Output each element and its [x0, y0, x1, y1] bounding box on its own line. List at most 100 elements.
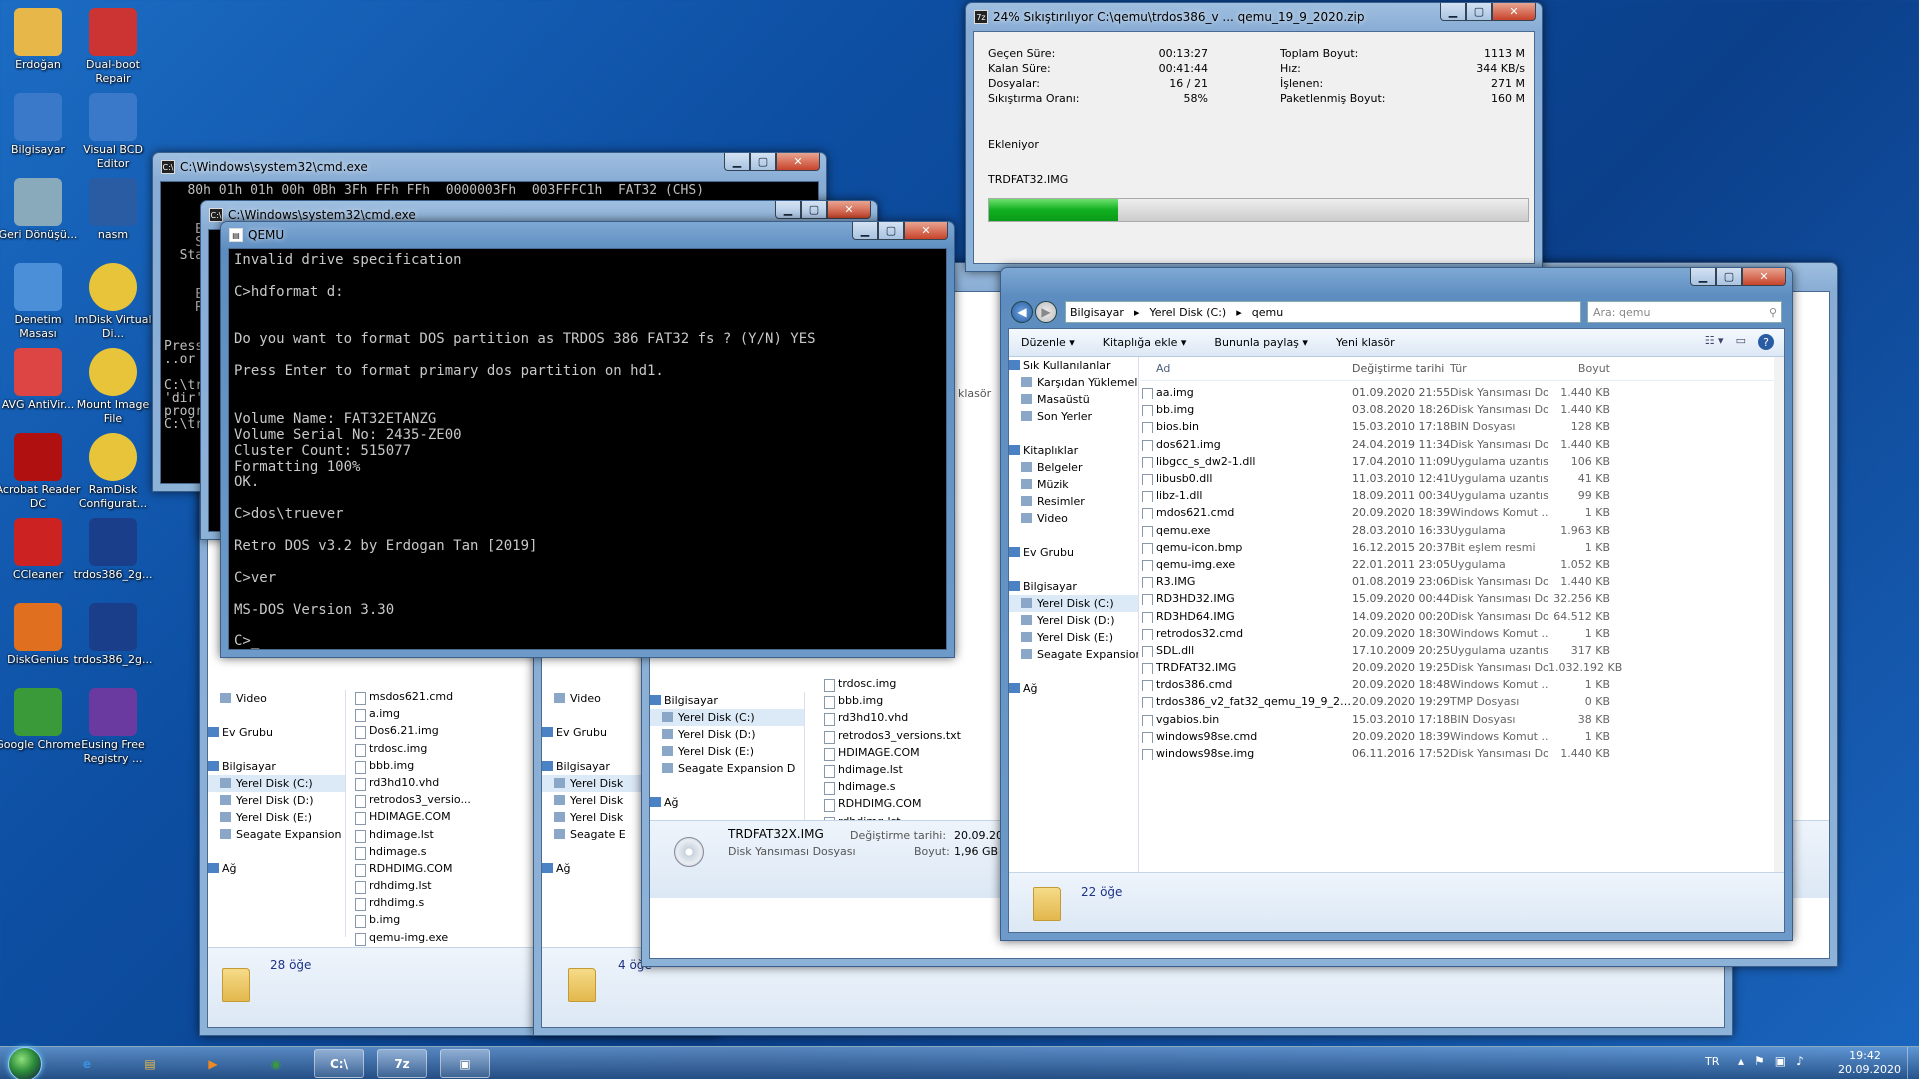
minimize-button[interactable]: ▁ — [775, 201, 801, 219]
desktop-icon[interactable]: CCleaner — [0, 518, 81, 582]
taskbar-app[interactable]: e — [62, 1049, 112, 1078]
nav-item[interactable]: Seagate E — [542, 826, 641, 843]
column-header[interactable]: Değiştirme tarihi — [1352, 362, 1450, 375]
desktop-icon[interactable]: Bilgisayar — [0, 93, 81, 157]
nav-item[interactable]: Seagate Expansion D — [650, 760, 804, 777]
nav-item[interactable]: Ağ — [650, 794, 804, 811]
nav-item[interactable]: Yerel Disk (C:) — [1009, 595, 1138, 612]
list-item[interactable]: b.img — [353, 913, 471, 930]
nav-item[interactable]: Ev Grubu — [1009, 544, 1138, 561]
list-item[interactable]: hdimage.lst — [353, 828, 471, 845]
table-row[interactable]: qemu-img.exe 22.01.2011 23:05 Uygulama 1.05… — [1140, 556, 1778, 573]
nav-item[interactable]: Kitaplıklar — [1009, 442, 1138, 459]
table-row[interactable]: retrodos32.cmd 20.09.2020 18:30 Windows Ko… — [1140, 625, 1778, 642]
list-item[interactable]: retrodos3_versions.txt — [822, 729, 961, 746]
nav-item[interactable]: Karşıdan Yüklemeler — [1009, 374, 1138, 391]
minimize-button[interactable]: ▁ — [1440, 3, 1466, 21]
qemu-screen[interactable]: Invalid drive specification C>hdformat d:… — [228, 248, 947, 650]
close-button[interactable]: ✕ — [1742, 268, 1786, 286]
nav-item[interactable]: Sık Kullanılanlar — [1009, 357, 1138, 374]
nav-item[interactable]: Bilgisayar — [1009, 578, 1138, 595]
taskbar-app[interactable]: 7z — [377, 1049, 427, 1078]
maximize-button[interactable]: ▢ — [878, 222, 904, 240]
table-row[interactable]: trdos386_v2_fat32_qemu_19_9_2020.zip.t..… — [1140, 693, 1778, 710]
list-item[interactable]: a.img — [353, 707, 471, 724]
breadcrumb-item[interactable]: Bilgisayar — [1070, 306, 1124, 319]
search-input[interactable]: Ara: qemu ⚲ — [1587, 301, 1782, 323]
taskbar-app[interactable]: ▣ — [440, 1049, 490, 1078]
nav-item[interactable]: Masaüstü — [1009, 391, 1138, 408]
taskbar-app[interactable]: ◉ — [251, 1049, 301, 1078]
table-row[interactable]: qemu-icon.bmp 16.12.2015 20:37 Bit eşlem r… — [1140, 539, 1778, 556]
nav-item[interactable]: Ağ — [1009, 680, 1138, 697]
desktop-icon[interactable]: Acrobat Reader DC — [0, 433, 81, 511]
desktop-icon[interactable]: Visual BCD Editor — [70, 93, 156, 171]
table-row[interactable]: RD3HD32.IMG 15.09.2020 00:44 Disk Yansımas… — [1140, 590, 1778, 607]
minimize-button[interactable]: ▁ — [852, 222, 878, 240]
taskbar-app[interactable]: ▶ — [188, 1049, 238, 1078]
nav-item[interactable]: Yerel Disk (C:) — [208, 775, 345, 792]
taskbar-app[interactable]: ▤ — [125, 1049, 175, 1078]
table-row[interactable]: vgabios.bin 15.03.2010 17:18 BIN Dosyası 38… — [1140, 711, 1778, 728]
nav-item[interactable]: Bilgisayar — [542, 758, 641, 775]
scrollbar[interactable] — [1774, 357, 1784, 872]
table-row[interactable]: windows98se.img 06.11.2016 17:52 Disk Yans… — [1140, 745, 1778, 762]
table-row[interactable]: qemu.exe 28.03.2010 16:33 Uygulama 1.963 KB — [1140, 522, 1778, 539]
desktop-icon[interactable]: ImDisk Virtual Di... — [70, 263, 156, 341]
list-item[interactable]: RDHDIMG.COM — [353, 862, 471, 879]
minimize-button[interactable]: ▁ — [724, 153, 750, 171]
maximize-button[interactable]: ▢ — [801, 201, 827, 219]
nav-item[interactable]: Video — [1009, 510, 1138, 527]
nav-item[interactable]: Ağ — [542, 860, 641, 877]
list-item[interactable]: retrodos3_versio... — [353, 793, 471, 810]
nav-item[interactable]: Ev Grubu — [208, 724, 345, 741]
list-item[interactable]: rd3hd10.vhd — [353, 776, 471, 793]
tray-expand-icon[interactable]: ▴ — [1738, 1054, 1744, 1068]
breadcrumb[interactable]: Bilgisayar ▸ Yerel Disk (C:) ▸ qemu — [1065, 301, 1581, 323]
close-button[interactable]: ✕ — [827, 201, 871, 219]
desktop-icon[interactable]: Dual-boot Repair — [70, 8, 156, 86]
7zip-progress-window[interactable]: 7z 24% Sıkıştırılıyor C:\qemu\trdos386_v… — [965, 2, 1543, 272]
view-options-icon[interactable]: ☷ ▾ — [1705, 334, 1724, 350]
nav-item[interactable]: Video — [208, 690, 345, 707]
list-item[interactable]: bbb.img — [822, 694, 961, 711]
table-row[interactable]: bb.img 03.08.2020 18:26Disk Yansıması Do.… — [1140, 401, 1778, 418]
taskbar-app[interactable]: C:\ — [314, 1049, 364, 1078]
column-header[interactable]: Boyut — [1548, 362, 1610, 375]
list-item[interactable]: trdosc.img — [353, 742, 471, 759]
qemu-window[interactable]: ▤ QEMU ▁ ▢ ✕ Invalid drive specification… — [220, 221, 955, 658]
list-item[interactable]: rdhdimg.lst — [353, 879, 471, 896]
desktop-icon[interactable]: AVG AntiVir... — [0, 348, 81, 412]
desktop-icon[interactable]: DiskGenius — [0, 603, 81, 667]
action-center-icon[interactable]: ⚑ — [1754, 1054, 1765, 1068]
nav-item[interactable]: Video — [542, 690, 641, 707]
table-row[interactable]: libz-1.dll 18.09.2011 00:34 Uygulama uzant… — [1140, 487, 1778, 504]
table-row[interactable]: aa.img 01.09.2020 21:55Disk Yansıması Do.… — [1140, 384, 1778, 401]
nav-item[interactable]: Resimler — [1009, 493, 1138, 510]
desktop-icon[interactable]: RamDisk Configurat... — [70, 433, 156, 511]
list-item[interactable]: Dos6.21.img — [353, 724, 471, 741]
nav-item[interactable]: Yerel Disk (D:) — [650, 726, 804, 743]
close-button[interactable]: ✕ — [1492, 3, 1536, 21]
nav-item[interactable]: Yerel Disk (E:) — [208, 809, 345, 826]
command-button[interactable]: Kitaplığa ekle ▾ — [1103, 336, 1187, 349]
forward-button[interactable]: ▶ — [1035, 301, 1057, 323]
preview-pane-icon[interactable]: ▭ — [1736, 334, 1746, 350]
breadcrumb-item[interactable]: Yerel Disk (C:) — [1149, 306, 1226, 319]
desktop-icon[interactable]: Mount Image File — [70, 348, 156, 426]
command-button[interactable]: Bununla paylaş ▾ — [1214, 336, 1308, 349]
command-button[interactable]: Yeni klasör — [1336, 336, 1395, 349]
close-button[interactable]: ✕ — [776, 153, 820, 171]
desktop-icon[interactable]: Geri Dönüşü... — [0, 178, 81, 242]
list-item[interactable]: hdimage.s — [353, 845, 471, 862]
nav-item[interactable]: Müzik — [1009, 476, 1138, 493]
breadcrumb-item[interactable]: ▸ — [1236, 306, 1242, 319]
nav-item[interactable]: Son Yerler — [1009, 408, 1138, 425]
nav-item[interactable]: Yerel Disk (E:) — [650, 743, 804, 760]
nav-item[interactable]: Belgeler — [1009, 459, 1138, 476]
list-item[interactable]: rdhdimg.s — [353, 896, 471, 913]
nav-item[interactable]: Ev Grubu — [542, 724, 641, 741]
nav-item[interactable]: Yerel Disk (C:) — [650, 709, 804, 726]
nav-item[interactable]: Seagate Expansion D — [1009, 646, 1138, 663]
desktop-icon[interactable]: trdos386_2g... — [70, 603, 156, 667]
